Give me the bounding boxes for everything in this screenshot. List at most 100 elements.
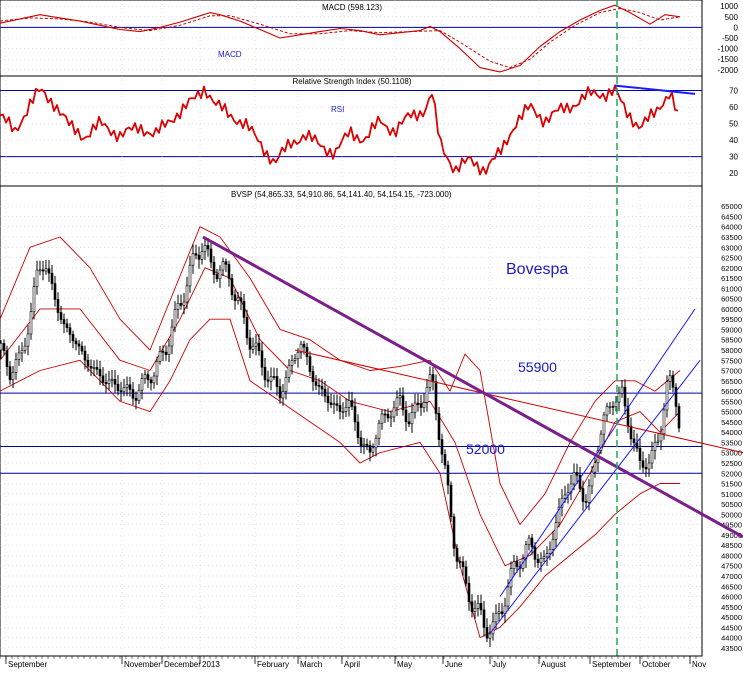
candle-body bbox=[323, 388, 327, 397]
candle-body bbox=[101, 375, 105, 383]
candle-body bbox=[392, 407, 396, 418]
candle-body bbox=[302, 343, 306, 348]
candle-body bbox=[374, 437, 378, 449]
candle-body bbox=[650, 450, 654, 464]
candle-body bbox=[488, 633, 492, 639]
candle-body bbox=[254, 342, 258, 347]
candle-body bbox=[44, 268, 48, 272]
candle-body bbox=[179, 303, 183, 306]
price-tick-label: 60000 bbox=[721, 305, 742, 314]
candle-body bbox=[611, 406, 615, 408]
candle-body bbox=[668, 375, 672, 382]
candle-body bbox=[65, 323, 69, 329]
candle-body bbox=[206, 245, 210, 250]
candle-body bbox=[548, 548, 552, 554]
price-tick-label: 44000 bbox=[721, 634, 742, 643]
x-axis-month-label: 2013 bbox=[202, 660, 220, 669]
candle-body bbox=[131, 389, 135, 399]
candle-body bbox=[422, 402, 426, 408]
bovespa-technical-chart: 1000 500 0 -500 -1000 -1500 -2000 70 60 50 40 30 20… bbox=[0, 0, 743, 669]
candle-body bbox=[575, 472, 579, 476]
candle-body bbox=[305, 346, 309, 357]
candle-body bbox=[239, 297, 243, 302]
candle-body bbox=[359, 437, 363, 447]
price-tick-label: 50500 bbox=[721, 500, 742, 509]
price-tick-label: 51500 bbox=[721, 480, 742, 489]
candle-body bbox=[287, 365, 291, 378]
candle-body bbox=[266, 379, 270, 382]
candle-body bbox=[590, 471, 594, 487]
candle-body bbox=[227, 264, 231, 279]
level-label-55900: 55900 bbox=[518, 359, 557, 375]
candle-body bbox=[365, 443, 369, 446]
candle-body bbox=[296, 351, 300, 360]
candle-body bbox=[500, 611, 504, 615]
candle-body bbox=[50, 272, 54, 284]
candle-body bbox=[74, 340, 78, 345]
level-label-52000: 52000 bbox=[466, 441, 505, 457]
candle-body bbox=[662, 409, 666, 434]
price-tick-label: 44500 bbox=[721, 623, 742, 632]
candle-body bbox=[209, 248, 213, 263]
price-tick-label: 61000 bbox=[721, 284, 742, 293]
candle-body bbox=[551, 539, 555, 550]
candle-body bbox=[647, 462, 651, 470]
price-tick-label: 51000 bbox=[721, 490, 742, 499]
macd-series-label: MACD bbox=[218, 50, 242, 59]
candle-body bbox=[182, 301, 186, 306]
candle-body bbox=[245, 317, 249, 339]
candle-body bbox=[563, 494, 567, 499]
candle-body bbox=[344, 407, 348, 412]
macd-tick-label: 1000 bbox=[720, 2, 738, 11]
candle-body bbox=[329, 402, 333, 405]
price-tick-label: 55000 bbox=[721, 408, 742, 417]
price-tick-label: 53500 bbox=[721, 438, 742, 447]
candle-body bbox=[350, 400, 354, 407]
candle-body bbox=[623, 386, 627, 407]
candle-body bbox=[47, 268, 51, 274]
candle-body bbox=[152, 375, 156, 384]
candle-body bbox=[431, 374, 435, 382]
price-tick-label: 65000 bbox=[721, 202, 742, 211]
candle-body bbox=[251, 345, 255, 350]
candle-body bbox=[332, 403, 336, 406]
price-tick-label: 43500 bbox=[721, 644, 742, 653]
x-axis-month-label: April bbox=[344, 660, 360, 669]
candle-body bbox=[455, 547, 459, 562]
candle-body bbox=[530, 537, 534, 548]
candle-body bbox=[290, 359, 294, 366]
candle-body bbox=[512, 561, 516, 569]
price-tick-label: 64500 bbox=[721, 212, 742, 221]
rsi-tick-label: 60 bbox=[729, 103, 738, 112]
candle-body bbox=[587, 485, 591, 503]
x-axis-month-label: March bbox=[300, 660, 322, 669]
candle-body bbox=[380, 413, 384, 424]
candle-body bbox=[485, 627, 489, 639]
x-axis-month-label: December bbox=[164, 660, 201, 669]
price-tick-label: 63000 bbox=[721, 243, 742, 252]
candle-body bbox=[92, 367, 96, 369]
candle-body bbox=[416, 402, 420, 405]
candle-body bbox=[38, 269, 42, 272]
price-title: BVSP (54,865.33, 54,910.86, 54,141.40, 5… bbox=[231, 190, 452, 199]
candle-body bbox=[32, 286, 36, 313]
price-tick-label: 61500 bbox=[721, 274, 742, 283]
candle-body bbox=[41, 269, 45, 272]
price-tick-label: 50000 bbox=[721, 510, 742, 519]
candle-body bbox=[404, 409, 408, 423]
candle-body bbox=[620, 386, 624, 394]
price-tick-label: 48000 bbox=[721, 551, 742, 560]
candle-body bbox=[425, 387, 429, 403]
price-tick-label: 64000 bbox=[721, 223, 742, 232]
candle-body bbox=[2, 343, 6, 351]
macd-tick-label: -2000 bbox=[718, 66, 739, 75]
price-tick-label: 52500 bbox=[721, 459, 742, 468]
candle-body bbox=[11, 372, 15, 380]
candle-body bbox=[377, 422, 381, 439]
rsi-tick-label: 70 bbox=[729, 87, 738, 96]
candle-body bbox=[533, 546, 537, 560]
candle-body bbox=[53, 283, 57, 300]
candle-body bbox=[542, 556, 546, 559]
candle-body bbox=[452, 516, 456, 549]
candle-body bbox=[248, 337, 252, 350]
